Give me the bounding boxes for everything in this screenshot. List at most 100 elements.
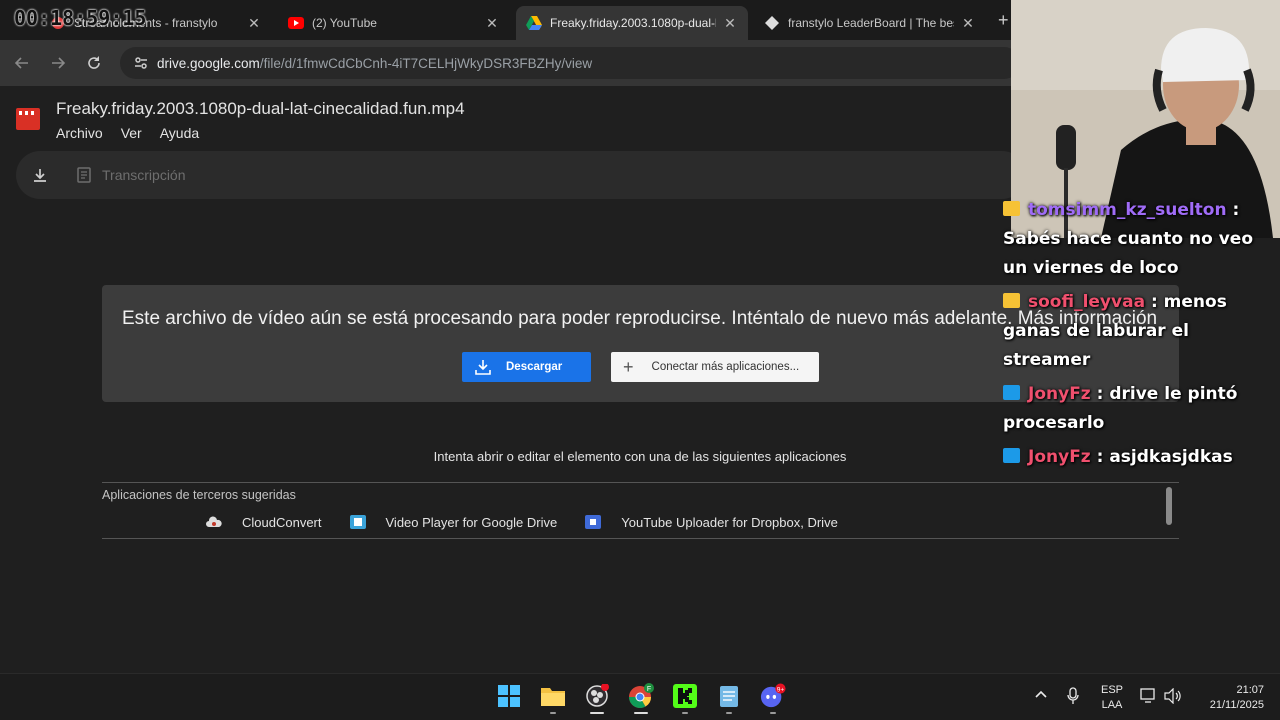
app-name: Video Player for Google Drive xyxy=(385,514,558,530)
url-host: drive.google.com xyxy=(157,55,260,71)
windows-icon xyxy=(498,685,520,707)
svg-text:F: F xyxy=(647,686,651,693)
lang-top: ESP xyxy=(1100,684,1123,696)
lang-bottom: LAA xyxy=(1101,699,1123,711)
video-player-icon xyxy=(349,514,366,530)
menu-archivo[interactable]: Archivo xyxy=(56,125,103,141)
forward-button[interactable] xyxy=(50,55,66,76)
reload-icon xyxy=(88,56,100,69)
chat-username: tomsimm_kz_suelton xyxy=(1028,200,1227,220)
youtube-icon xyxy=(288,15,304,31)
clock-time: 21:07 xyxy=(1236,684,1264,696)
connect-apps-label: Conectar más aplicaciones... xyxy=(651,361,800,373)
back-arrow-icon xyxy=(14,57,28,69)
start-button[interactable] xyxy=(496,684,522,708)
obs-button[interactable] xyxy=(584,684,610,708)
running-indicator xyxy=(590,712,604,714)
running-indicator xyxy=(770,712,776,714)
svg-text:9+: 9+ xyxy=(777,686,785,693)
descargar-label: Descargar xyxy=(506,361,563,373)
app-youtube-uploader[interactable]: YouTube Uploader for Dropbox, Drive xyxy=(585,514,838,530)
site-info-icon[interactable] xyxy=(126,55,156,71)
folder-icon xyxy=(541,688,565,706)
leaderboard-icon xyxy=(764,15,780,31)
kick-button[interactable] xyxy=(672,684,698,708)
tab-title: (2) YouTube xyxy=(312,16,377,30)
chat-username: soofi_leyvaa xyxy=(1028,292,1146,312)
address-bar[interactable]: drive.google.com/file/d/1fmwCdCbCnh-4iT7… xyxy=(120,47,1020,79)
download-icon xyxy=(34,169,46,182)
descargar-button[interactable]: Descargar xyxy=(462,352,591,382)
volume-icon[interactable] xyxy=(1164,687,1182,709)
obs-icon xyxy=(586,684,609,707)
transcript-button[interactable]: Transcripción xyxy=(76,166,186,184)
apps-scrollbar[interactable] xyxy=(1166,487,1172,525)
discord-button[interactable]: 9+ xyxy=(760,683,786,708)
divider-top xyxy=(102,482,1179,483)
back-button[interactable] xyxy=(14,55,30,76)
prime-badge-icon xyxy=(1003,448,1020,463)
input-language[interactable]: ESP LAA xyxy=(1098,683,1126,713)
running-indicator xyxy=(550,712,556,714)
prime-badge-icon xyxy=(1003,385,1020,400)
running-indicator xyxy=(634,712,648,714)
processing-message: Este archivo de vídeo aún se está proces… xyxy=(122,308,1158,329)
crown-badge-icon xyxy=(1003,293,1020,308)
tab-leaderboard[interactable]: franstylo LeaderBoard | The bes ✕ xyxy=(754,6,986,40)
cloudconvert-icon xyxy=(206,514,222,530)
chat-username: JonyFz xyxy=(1028,447,1091,467)
app-cloudconvert[interactable]: CloudConvert xyxy=(206,514,322,530)
network-icon[interactable] xyxy=(1140,688,1158,709)
video-file-icon xyxy=(16,108,40,130)
new-tab-button[interactable]: + xyxy=(998,10,1009,31)
clock[interactable]: 21:07 21/11/2025 xyxy=(1196,683,1264,713)
plus-icon: + xyxy=(623,356,634,377)
chrome-button[interactable]: F xyxy=(628,683,654,708)
download-icon xyxy=(475,360,491,375)
app-video-player[interactable]: Video Player for Google Drive xyxy=(349,514,558,530)
forward-arrow-icon xyxy=(52,57,66,69)
chevron-up-icon xyxy=(1035,690,1047,698)
chat-message: JonyFz : asjdkasjdkas xyxy=(1003,443,1280,472)
url-text: drive.google.com/file/d/1fmwCdCbCnh-4iT7… xyxy=(157,56,592,71)
tab-drive-file[interactable]: Freaky.friday.2003.1080p-dual-l ✕ xyxy=(516,6,748,40)
reload-button[interactable] xyxy=(86,55,102,76)
chat-message: JonyFz : drive le pintó procesarlo xyxy=(1003,380,1280,438)
transcript-label: Transcripción xyxy=(102,167,186,183)
tab-title: franstylo LeaderBoard | The bes xyxy=(788,16,954,30)
chrome-icon: F xyxy=(629,683,654,708)
notepad-button[interactable] xyxy=(716,684,742,708)
suggested-apps-label: Aplicaciones de terceros sugeridas xyxy=(102,488,296,502)
microphone-icon[interactable] xyxy=(1066,687,1080,710)
tab-close-icon[interactable]: ✕ xyxy=(484,15,500,32)
running-indicator xyxy=(682,712,688,714)
tab-close-icon[interactable]: ✕ xyxy=(246,15,262,32)
menu-bar: Archivo Ver Ayuda xyxy=(56,125,199,141)
file-explorer-button[interactable] xyxy=(540,684,566,708)
suggested-apps-list: CloudConvert Video Player for Google Dri… xyxy=(206,514,866,530)
chat-text: : asjdkasjdkas xyxy=(1090,447,1233,467)
url-path: /file/d/1fmwCdCbCnh-4iT7CELHjWkyDSR3FBZH… xyxy=(259,55,593,71)
google-drive-icon xyxy=(526,15,542,31)
stream-timer: 00:18:59:15 xyxy=(14,6,147,30)
crown-badge-icon xyxy=(1003,201,1020,216)
download-button[interactable] xyxy=(30,166,50,186)
chat-message: soofi_leyvaa : menos ganas de laburar el… xyxy=(1003,288,1280,375)
divider-bottom xyxy=(102,538,1179,539)
show-hidden-icons-button[interactable] xyxy=(1034,689,1048,704)
file-title: Freaky.friday.2003.1080p-dual-lat-cineca… xyxy=(56,99,465,118)
app-name: YouTube Uploader for Dropbox, Drive xyxy=(621,514,838,530)
notepad-icon xyxy=(720,686,738,707)
menu-ayuda[interactable]: Ayuda xyxy=(160,125,199,141)
tab-youtube[interactable]: (2) YouTube ✕ xyxy=(278,6,510,40)
tab-close-icon[interactable]: ✕ xyxy=(960,15,976,32)
app-name: CloudConvert xyxy=(242,514,322,530)
transcript-icon xyxy=(77,167,91,183)
chat-message: tomsimm_kz_suelton : Sabés hace cuanto n… xyxy=(1003,196,1280,283)
tab-close-icon[interactable]: ✕ xyxy=(722,15,738,32)
youtube-uploader-icon xyxy=(585,514,602,530)
connect-apps-button[interactable]: + Conectar más aplicaciones... xyxy=(611,352,819,382)
menu-ver[interactable]: Ver xyxy=(121,125,142,141)
stream-chat: tomsimm_kz_suelton : Sabés hace cuanto n… xyxy=(1003,196,1280,477)
screen: Streamelements - franstylo ✕ (2) YouTube… xyxy=(0,0,1280,720)
